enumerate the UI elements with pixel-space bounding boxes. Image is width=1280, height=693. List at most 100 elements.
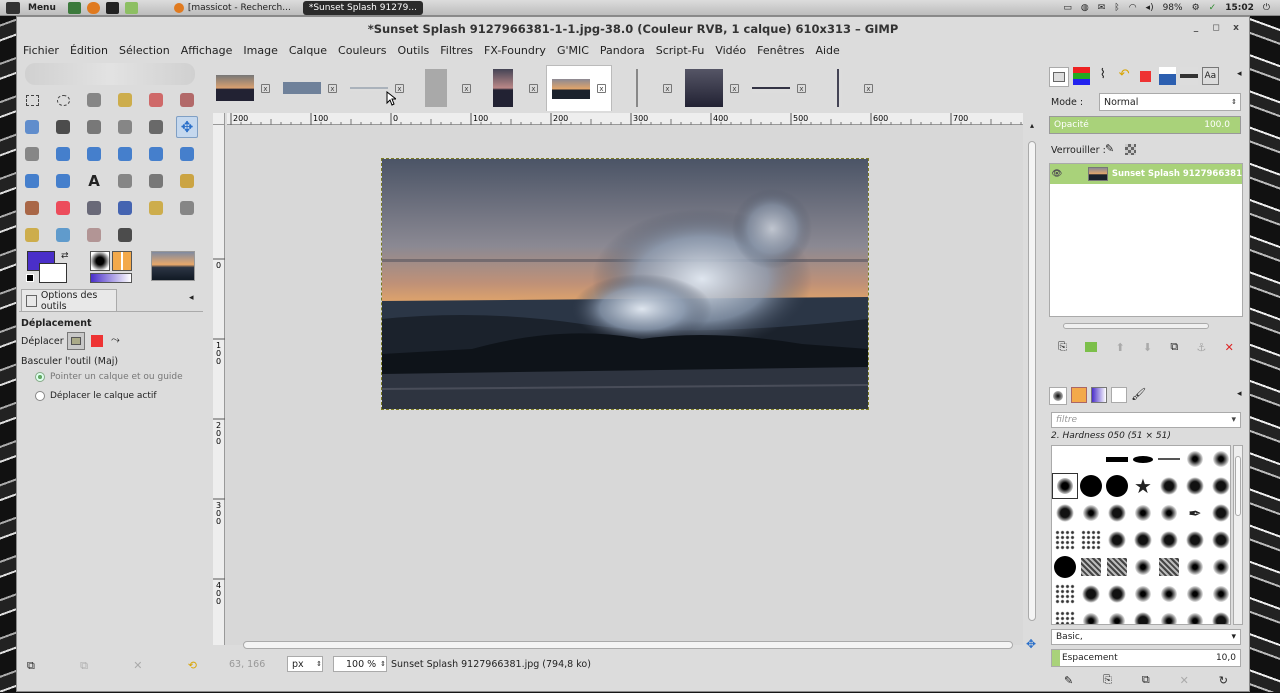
brush-splat-icon[interactable] xyxy=(1208,473,1230,499)
brush-splat-icon[interactable] xyxy=(1208,608,1230,624)
delete-options-icon[interactable]: ✕ xyxy=(133,659,142,675)
settings-icon[interactable]: ⚙ xyxy=(1192,3,1200,13)
brush-soft-icon[interactable] xyxy=(1182,608,1208,624)
foreground-select-tool-icon[interactable] xyxy=(21,116,43,138)
brush-grid-scrollbar[interactable] xyxy=(1233,445,1243,625)
brush-splat-icon[interactable] xyxy=(1104,500,1130,526)
zoom-select[interactable]: 100 % ⇕ xyxy=(333,656,387,672)
menu-fenetres[interactable]: Fenêtres xyxy=(757,44,804,57)
brush-splat-icon[interactable] xyxy=(1130,608,1156,624)
task-firefox[interactable]: [massicot - Recherch... xyxy=(168,1,297,15)
save-options-icon[interactable]: ⧉ xyxy=(27,659,35,675)
globe-icon[interactable]: ◍ xyxy=(1081,3,1089,13)
task-gimp[interactable]: *Sunset Splash 91279... xyxy=(302,0,423,15)
volume-icon[interactable]: ◂) xyxy=(1146,3,1154,13)
brush-splat-icon[interactable] xyxy=(1208,500,1230,526)
airbrush-tool-icon[interactable] xyxy=(83,197,105,219)
brush-dots-icon[interactable] xyxy=(1052,608,1078,624)
brush-splat-icon[interactable] xyxy=(1182,527,1208,553)
brush-hard-sel-icon[interactable] xyxy=(1052,473,1078,499)
brush-bar-icon[interactable] xyxy=(1104,446,1130,472)
brush-texture-icon[interactable] xyxy=(1156,554,1182,580)
pattern-preview[interactable] xyxy=(112,251,132,271)
refresh-brushes-icon[interactable]: ↻ xyxy=(1219,674,1228,687)
close-tab-icon[interactable]: x xyxy=(328,83,337,93)
channels-tab-icon[interactable] xyxy=(1072,67,1090,85)
duplicate-layer-icon[interactable]: ⧉ xyxy=(1170,340,1178,354)
brush-soft-icon[interactable] xyxy=(1208,581,1230,607)
menu-outils[interactable]: Outils xyxy=(397,44,429,57)
brush-dots-icon[interactable] xyxy=(1052,527,1078,553)
duplicate-brush-icon[interactable]: ⧉ xyxy=(1142,673,1150,687)
smudge-tool-icon[interactable] xyxy=(83,224,105,246)
text-tab-icon[interactable]: Aa xyxy=(1201,67,1220,85)
horizontal-scroll-thumb[interactable] xyxy=(243,641,1013,649)
mode-select[interactable]: Normal ⇕ xyxy=(1099,93,1241,111)
panel-menu-button[interactable]: Menu xyxy=(28,3,56,13)
pointer-info-tab-icon[interactable] xyxy=(1180,67,1198,85)
paintbrush-tool-icon[interactable] xyxy=(21,197,43,219)
close-tab-icon[interactable]: x xyxy=(597,84,606,93)
rotate-tool-icon[interactable] xyxy=(83,143,105,165)
maximize-button[interactable]: ◻ xyxy=(1209,21,1223,35)
image-tab[interactable]: x xyxy=(814,65,880,111)
brush-soft-icon[interactable] xyxy=(1156,608,1182,624)
paths-tab-icon[interactable]: ⌇ xyxy=(1094,67,1112,85)
default-colors-icon[interactable] xyxy=(26,274,34,282)
brush-soft-icon[interactable] xyxy=(1078,500,1104,526)
brush-line-icon[interactable] xyxy=(1156,446,1182,472)
brush-splat-icon[interactable] xyxy=(1156,527,1182,553)
zoom-tool-icon[interactable] xyxy=(114,116,136,138)
update-icon[interactable]: ✓ xyxy=(1209,3,1217,13)
close-tab-icon[interactable]: x xyxy=(529,83,538,93)
brush-preview[interactable] xyxy=(90,251,110,271)
menu-video[interactable]: Vidéo xyxy=(715,44,746,57)
paths-tool-icon[interactable] xyxy=(52,116,74,138)
brush-splat-icon[interactable] xyxy=(1156,473,1182,499)
brush-splat-icon[interactable] xyxy=(1078,581,1104,607)
brush-soft-icon[interactable] xyxy=(1130,500,1156,526)
menu-fx-foundry[interactable]: FX-Foundry xyxy=(484,44,546,57)
ink-tool-icon[interactable] xyxy=(114,197,136,219)
battery-level[interactable]: 98% xyxy=(1163,3,1183,13)
rect-select-tool-icon[interactable] xyxy=(21,89,43,111)
menu-calque[interactable]: Calque xyxy=(289,44,327,57)
scissors-select-tool-icon[interactable] xyxy=(176,89,198,111)
free-select-tool-icon[interactable] xyxy=(83,89,105,111)
paint-dynamics-tab-icon[interactable]: 🖌 xyxy=(1131,387,1147,403)
edit-brush-icon[interactable]: ✎ xyxy=(1064,674,1073,687)
clone-tool-icon[interactable] xyxy=(145,197,167,219)
close-tab-icon[interactable]: x xyxy=(663,83,672,93)
opacity-slider[interactable]: Opacité 100.0 xyxy=(1049,116,1241,134)
brush-splat-icon[interactable] xyxy=(1052,500,1078,526)
perspective-tool-icon[interactable] xyxy=(176,143,198,165)
close-tab-icon[interactable]: x xyxy=(864,83,873,93)
power-icon[interactable]: ⏻ xyxy=(1263,3,1270,13)
text-tool-icon[interactable]: A xyxy=(83,170,105,192)
menu-couleurs[interactable]: Couleurs xyxy=(338,44,386,57)
measure-tool-icon[interactable] xyxy=(145,116,167,138)
menu-image[interactable]: Image xyxy=(243,44,277,57)
image-tab[interactable]: x xyxy=(680,65,746,111)
raise-layer-icon[interactable]: ⬆ xyxy=(1115,341,1124,354)
scroll-up-arrow-icon[interactable]: ▴ xyxy=(1026,121,1038,130)
shear-tool-icon[interactable] xyxy=(145,143,167,165)
new-layer-group-icon[interactable]: ⎘ xyxy=(1058,340,1067,354)
wifi-icon[interactable]: ◠ xyxy=(1129,3,1137,13)
scale-tool-icon[interactable] xyxy=(114,143,136,165)
menu-selection[interactable]: Sélection xyxy=(119,44,170,57)
lower-layer-icon[interactable]: ⬇ xyxy=(1143,341,1152,354)
bg-color-swatch[interactable] xyxy=(39,263,67,283)
menu-gmic[interactable]: G'MIC xyxy=(557,44,589,57)
blend-tool-icon[interactable] xyxy=(145,170,167,192)
brush-soft-icon[interactable] xyxy=(1182,554,1208,580)
image-tab[interactable]: x xyxy=(278,65,344,111)
brush-soft-icon[interactable] xyxy=(1156,581,1182,607)
close-tab-icon[interactable]: x xyxy=(730,83,739,93)
menu-fichier[interactable]: Fichier xyxy=(23,44,59,57)
close-tab-icon[interactable]: x xyxy=(462,83,471,93)
flip-tool-icon[interactable] xyxy=(21,170,43,192)
image-tab[interactable]: x xyxy=(479,65,545,111)
menu-aide[interactable]: Aide xyxy=(815,44,839,57)
delete-brush-icon[interactable]: ✕ xyxy=(1180,674,1189,687)
